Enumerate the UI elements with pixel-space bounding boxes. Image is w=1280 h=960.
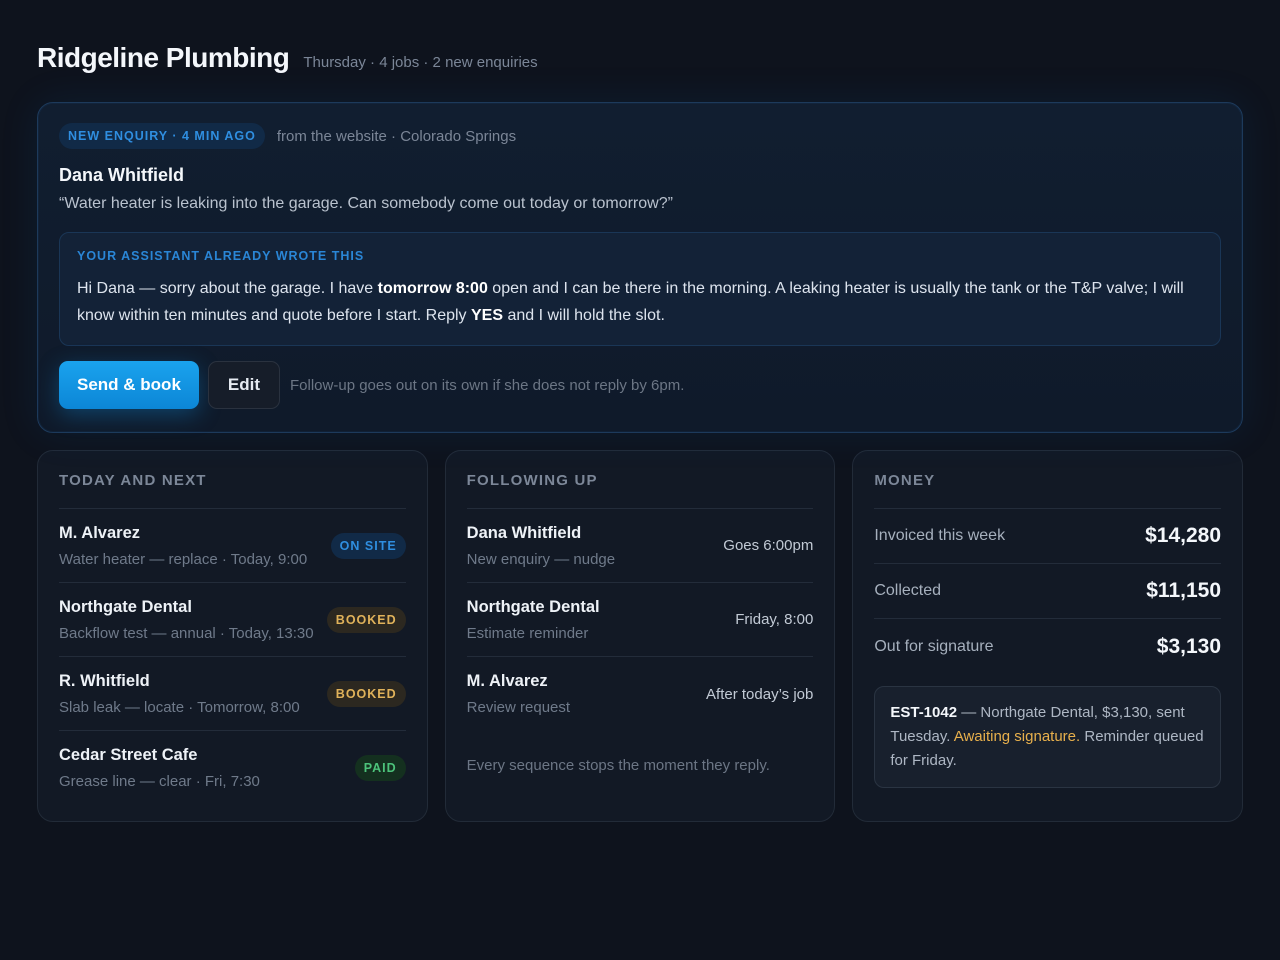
follow-up-detail: New enquiry — nudge	[466, 550, 616, 568]
money-row-invoiced: Invoiced this week $14,280	[874, 509, 1222, 564]
job-customer: Cedar Street Cafe	[59, 746, 198, 764]
money-row-collected: Collected $11,150	[874, 564, 1222, 619]
today-and-next-panel: TODAY AND NEXT M. Alvarez Water heater —…	[37, 450, 428, 822]
job-detail: Grease line — clear · Fri, 7:30	[59, 773, 260, 790]
follow-up-time: After today’s job	[706, 685, 814, 703]
money-panel: MONEY Invoiced this week $14,280 Collect…	[852, 450, 1244, 822]
job-row[interactable]: M. Alvarez Water heater — replace · Toda…	[59, 509, 406, 583]
money-value: $11,150	[1146, 579, 1222, 602]
enquiry-customer-name: Dana Whitfield	[59, 165, 184, 185]
page-title: Ridgeline Plumbing	[37, 42, 290, 73]
follow-up-row[interactable]: M. Alvarez Review request After today’s …	[467, 657, 814, 731]
money-label: Out for signature	[874, 637, 994, 655]
job-detail: Water heater — replace · Today, 9:00	[59, 550, 308, 568]
panel-title: FOLLOWING UP	[466, 472, 814, 509]
job-row[interactable]: Northgate Dental Backflow test — annual …	[59, 583, 406, 657]
job-detail: Backflow test — annual · Today, 13:30	[59, 624, 314, 642]
follow-up-detail: Review request	[466, 699, 571, 716]
panel-title: MONEY	[874, 472, 1222, 509]
page-header: Ridgeline Plumbing Thursday · 4 jobs · 2…	[37, 0, 1243, 102]
job-customer: R. Whitfield	[59, 671, 150, 690]
sequence-note: Every sequence stops the moment they rep…	[466, 757, 770, 774]
status-badge: BOOKED	[326, 606, 406, 633]
new-enquiry-badge: NEW ENQUIRY · 4 MIN AGO	[59, 123, 265, 149]
follow-up-customer: Dana Whitfield	[466, 523, 582, 542]
follow-up-row[interactable]: Northgate Dental Estimate reminder Frida…	[466, 583, 814, 657]
money-value: $14,280	[1145, 524, 1222, 547]
draft-reply-keyword: YES	[471, 307, 504, 324]
job-row[interactable]: R. Whitfield Slab leak — locate · Tomorr…	[59, 657, 406, 731]
money-value: $3,130	[1156, 634, 1222, 658]
assistant-draft-label: YOUR ASSISTANT ALREADY WROTE THIS	[77, 249, 365, 263]
follow-up-customer: Northgate Dental	[466, 597, 600, 616]
follow-up-detail: Estimate reminder	[466, 624, 589, 642]
money-row-out-for-signature: Out for signature $3,130	[874, 619, 1221, 674]
estimate-id: EST-1042	[890, 704, 958, 721]
estimate-card[interactable]: EST-1042 — Northgate Dental, $3,130, sen…	[874, 686, 1222, 788]
follow-up-note: Follow-up goes out on its own if she doe…	[290, 376, 685, 394]
assistant-draft-text: Hi Dana — sorry about the garage. I have…	[77, 280, 1184, 324]
new-enquiry-card: NEW ENQUIRY · 4 MIN AGO from the website…	[37, 102, 1243, 433]
follow-up-time: Friday, 8:00	[735, 611, 814, 628]
dashboard: Ridgeline Plumbing Thursday · 4 jobs · 2…	[0, 0, 1280, 960]
money-label: Collected	[874, 582, 942, 599]
panel-title: TODAY AND NEXT	[59, 472, 406, 509]
follow-up-customer: M. Alvarez	[466, 672, 548, 690]
status-badge: ON SITE	[330, 532, 406, 559]
follow-up-row[interactable]: Dana Whitfield New enquiry — nudge Goes …	[466, 509, 814, 583]
send-and-book-button[interactable]: Send & book	[59, 361, 199, 409]
enquiry-source: from the website · Colorado Springs	[276, 127, 517, 145]
job-detail: Slab leak — locate · Tomorrow, 8:00	[59, 698, 300, 716]
job-row[interactable]: Cedar Street Cafe Grease line — clear · …	[59, 731, 406, 805]
assistant-draft: YOUR ASSISTANT ALREADY WROTE THIS Hi Dan…	[59, 232, 1221, 346]
job-customer: M. Alvarez	[59, 523, 141, 542]
follow-up-time: Goes 6:00pm	[723, 537, 814, 554]
status-badge: PAID	[354, 755, 406, 781]
draft-slot-time: tomorrow 8:00	[377, 280, 488, 297]
following-up-panel: FOLLOWING UP Dana Whitfield New enquiry …	[444, 450, 836, 822]
edit-button[interactable]: Edit	[207, 361, 281, 409]
estimate-status: Awaiting signature.	[953, 728, 1081, 745]
page-subtitle: Thursday · 4 jobs · 2 new enquiries	[303, 54, 538, 71]
status-badge: BOOKED	[326, 680, 406, 707]
money-label: Invoiced this week	[874, 527, 1006, 544]
enquiry-message: “Water heater is leaking into the garage…	[59, 195, 673, 212]
job-customer: Northgate Dental	[59, 597, 192, 616]
